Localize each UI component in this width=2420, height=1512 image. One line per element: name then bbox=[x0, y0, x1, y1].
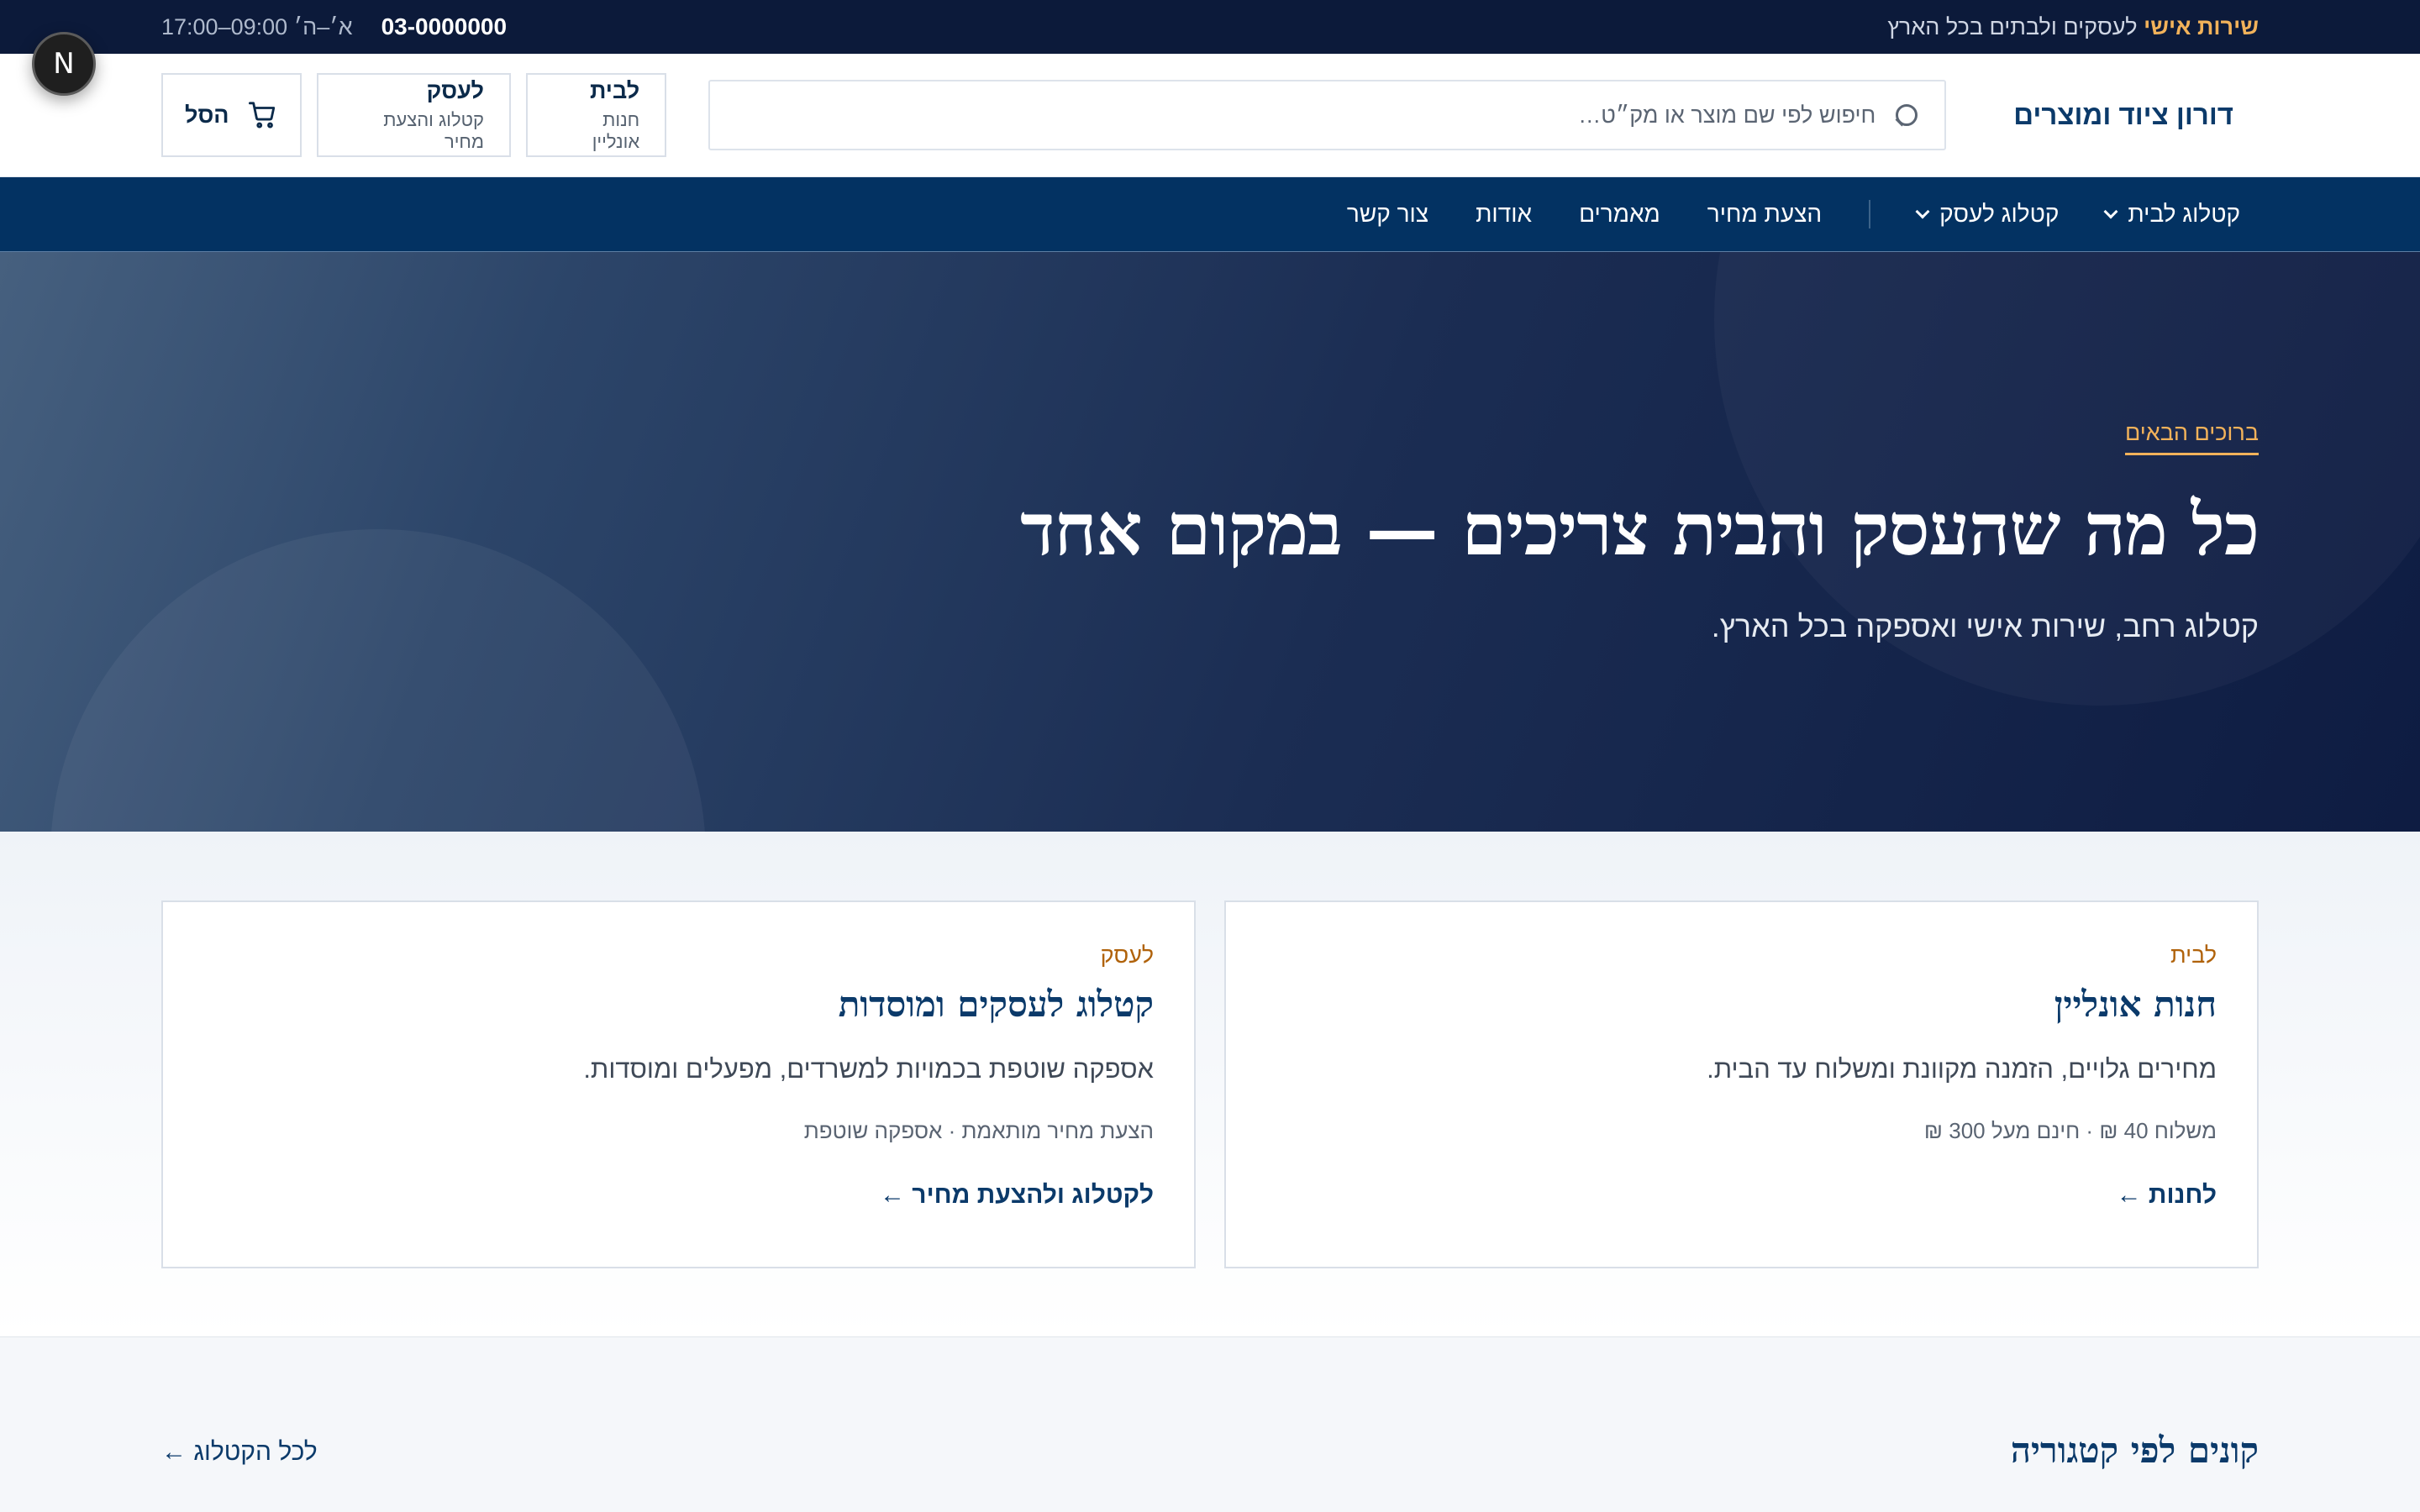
hero-title: כל מה שהעסק והבית צריכים — במקום אחד bbox=[1020, 487, 2260, 572]
business-catalog-button[interactable]: לעסק קטלוג והצעת מחיר bbox=[316, 73, 511, 157]
search-input[interactable] bbox=[735, 102, 1876, 129]
nav-divider bbox=[1869, 200, 1871, 228]
all-catalog-link[interactable]: לכל הקטלוג ← bbox=[161, 1438, 318, 1467]
cart-icon bbox=[248, 101, 278, 129]
catalog-quote-link[interactable]: לקטלוג ולהצעת מחיר ← bbox=[880, 1181, 1154, 1210]
site-header: דורון ציוד ומוצרים לבית חנות אונליין לעס… bbox=[0, 54, 2420, 177]
hero-content: ברוכים הבאים כל מה שהעסק והבית צריכים — … bbox=[161, 252, 2260, 644]
top-bar: שירות אישי לעסקים ולבתים בכל הארץ א׳–ה׳ … bbox=[0, 0, 2420, 54]
phone-number[interactable]: 03-0000000 bbox=[381, 13, 507, 40]
hero-subtitle: קטלוג רחב, שירות אישי ואספקה בכל הארץ. bbox=[1711, 609, 2259, 643]
cart-button[interactable]: הסל bbox=[161, 73, 302, 157]
categories-heading: קונים לפי קטגוריה bbox=[2010, 1430, 2259, 1471]
card-title: קטלוג לעסקים ומוסדות bbox=[838, 984, 1154, 1025]
search-bar[interactable] bbox=[708, 80, 1947, 150]
chevron-down-icon bbox=[2103, 204, 2118, 219]
nav-articles[interactable]: מאמרים bbox=[1579, 201, 1660, 228]
header-actions: לבית חנות אונליין לעסק קטלוג והצעת מחיר … bbox=[161, 73, 667, 157]
cart-label: הסל bbox=[185, 102, 229, 128]
card-description: אספקה שוטפת בכמויות למשרדים, מפעלים ומוס… bbox=[583, 1054, 1154, 1084]
home-store-subtitle: חנות אונליין bbox=[592, 108, 640, 152]
page: שירות אישי לעסקים ולבתים בכל הארץ א׳–ה׳ … bbox=[0, 0, 2420, 1512]
card-title: חנות אונליין bbox=[2054, 984, 2217, 1025]
card-tag: לבית bbox=[2170, 942, 2217, 968]
nav-home-catalog[interactable]: קטלוג לבית bbox=[2103, 201, 2240, 228]
nav-business-catalog[interactable]: קטלוג לעסק bbox=[1915, 201, 2060, 228]
categories-section: קונים לפי קטגוריה לכל הקטלוג ← bbox=[0, 1337, 2420, 1512]
shop-link[interactable]: לחנות ← bbox=[2117, 1181, 2217, 1210]
business-hours: א׳–ה׳ 09:00–17:00 bbox=[161, 13, 353, 39]
chevron-down-icon bbox=[1915, 204, 1930, 219]
top-bar-promo: שירות אישי לעסקים ולבתים בכל הארץ bbox=[1887, 14, 2259, 40]
promo-text: לעסקים ולבתים בכל הארץ bbox=[1887, 13, 2138, 39]
home-store-title: לבית bbox=[589, 77, 640, 103]
home-store-button[interactable]: לבית חנות אונליין bbox=[526, 73, 667, 157]
nav-home-catalog-label: קטלוג לבית bbox=[2128, 201, 2240, 227]
search-icon[interactable] bbox=[1894, 102, 1919, 128]
hero-banner: ברוכים הבאים כל מה שהעסק והבית צריכים — … bbox=[0, 252, 2420, 832]
business-catalog-title: לעסק bbox=[426, 77, 484, 103]
main-nav: קטלוג לבית קטלוג לעסק הצעת מחיר מאמרים א… bbox=[0, 177, 2420, 252]
nav-business-catalog-label: קטלוג לעסק bbox=[1939, 201, 2060, 227]
nav-contact[interactable]: צור קשר bbox=[1347, 201, 1428, 228]
business-catalog-subtitle: קטלוג והצעת מחיר bbox=[383, 108, 484, 152]
home-store-card: לבית חנות אונליין מחירים גלויים, הזמנה מ… bbox=[1224, 900, 2259, 1268]
audience-cards: לבית חנות אונליין מחירים גלויים, הזמנה מ… bbox=[0, 832, 2420, 1337]
card-meta: הצעת מחיר מותאמת · אספקה שוטפת bbox=[803, 1118, 1154, 1143]
hero-eyebrow: ברוכים הבאים bbox=[2124, 420, 2259, 455]
nav-about[interactable]: אודות bbox=[1476, 201, 1532, 228]
card-description: מחירים גלויים, הזמנה מקוונת ומשלוח עד הב… bbox=[1707, 1054, 2217, 1084]
top-bar-contact: א׳–ה׳ 09:00–17:00 03-0000000 bbox=[161, 13, 507, 40]
brand-logo[interactable]: דורון ציוד ומוצרים bbox=[2013, 99, 2259, 131]
card-meta: משלוח 40 ₪ · חינם מעל 300 ₪ bbox=[1923, 1118, 2217, 1143]
card-tag: לעסק bbox=[1100, 942, 1154, 968]
nav-quote[interactable]: הצעת מחיר bbox=[1707, 201, 1822, 228]
next-dev-badge[interactable]: N bbox=[32, 32, 96, 96]
business-catalog-card: לעסק קטלוג לעסקים ומוסדות אספקה שוטפת בכ… bbox=[161, 900, 1196, 1268]
promo-accent: שירות אישי bbox=[2144, 13, 2259, 39]
